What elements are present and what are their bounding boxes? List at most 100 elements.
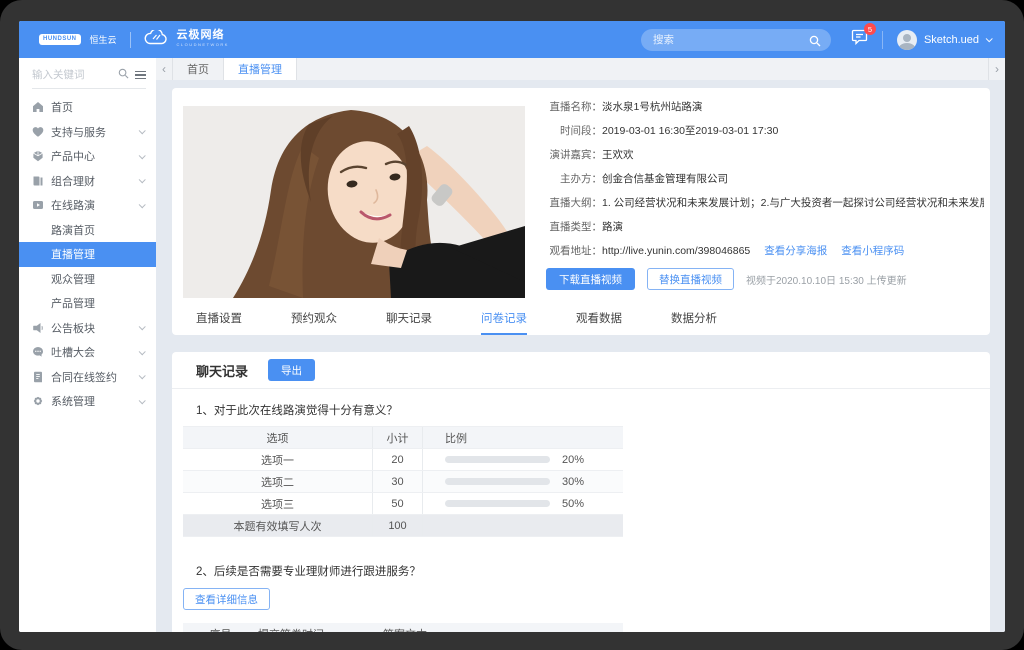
chevron-down-icon bbox=[138, 397, 146, 405]
field-organizer: 主办方： 创金合信基金管理有限公司 bbox=[560, 173, 728, 185]
sidebar: 首页 支持与服务 产品中心 组合理财 在线路演 路演首 bbox=[19, 58, 156, 632]
survey-table-1: 选项 小计 比例 选项一 20 20% 选项二 30 30% 选项三 50 50… bbox=[183, 426, 623, 537]
stream-info-card: 直播名称： 淡水泉1号杭州站路演 时间段： 2019-03-01 16:30至2… bbox=[172, 88, 990, 335]
chevron-down-icon bbox=[138, 323, 146, 331]
question-1: 1、对于此次在线路演觉得十分有意义？ bbox=[196, 405, 398, 417]
replace-video-button[interactable]: 替换直播视频 bbox=[647, 268, 734, 290]
section-title: 聊天记录 bbox=[196, 363, 249, 379]
tab-view-data[interactable]: 观看数据 bbox=[576, 302, 622, 335]
chevron-down-icon bbox=[138, 176, 146, 184]
product-name: 云极网络 CLOUDNETWORK bbox=[176, 28, 229, 47]
stream-detail-tabs: 直播设置 预约观众 聊天记录 问卷记录 观看数据 数据分析 bbox=[172, 302, 990, 335]
app-window: HUNDSUN 恒生云 云极网络 CLOUDNETWORK 搜索 5 Sketc… bbox=[19, 21, 1005, 632]
heart-icon bbox=[32, 126, 44, 138]
survey-card-header: 聊天记录 导出 bbox=[172, 352, 990, 389]
user-menu[interactable]: Sketch.ued bbox=[896, 29, 993, 50]
notification-badge: 5 bbox=[863, 23, 876, 35]
table-row: 选项一 20 20% bbox=[183, 449, 623, 471]
speaker-photo bbox=[183, 106, 525, 298]
sidebar-item-roadshow[interactable]: 在线路演 bbox=[19, 193, 156, 218]
sidebar-item-roadshow-home[interactable]: 路演首页 bbox=[19, 218, 156, 243]
export-button[interactable]: 导出 bbox=[268, 359, 316, 381]
tab-live-management[interactable]: 直播管理 bbox=[224, 58, 297, 80]
table-row: 选项三 50 50% bbox=[183, 493, 623, 515]
video-update-note: 视频于2020.10.10日 15:30 上传更新 bbox=[746, 275, 907, 287]
content: 直播名称： 淡水泉1号杭州站路演 时间段： 2019-03-01 16:30至2… bbox=[156, 80, 1005, 632]
tab-data-analysis[interactable]: 数据分析 bbox=[671, 302, 717, 335]
search-icon[interactable] bbox=[118, 66, 129, 84]
chevron-down-icon bbox=[138, 127, 146, 135]
sidebar-item-home[interactable]: 首页 bbox=[19, 95, 156, 120]
view-miniprogram-code-link[interactable]: 查看小程序码 bbox=[841, 244, 904, 259]
chevron-down-icon bbox=[138, 348, 146, 356]
view-share-poster-link[interactable]: 查看分享海报 bbox=[764, 244, 827, 259]
table-header-row: 选项 小计 比例 bbox=[183, 427, 623, 449]
field-guest: 演讲嘉宾： 王欢欢 bbox=[549, 149, 634, 161]
download-video-button[interactable]: 下载直播视频 bbox=[546, 268, 635, 290]
message-icon[interactable]: 5 bbox=[851, 23, 876, 50]
field-stream-name: 直播名称： 淡水泉1号杭州站路演 bbox=[549, 101, 703, 113]
chevron-down-icon bbox=[138, 152, 146, 160]
global-search bbox=[640, 28, 831, 52]
gear-icon bbox=[32, 395, 44, 407]
logo-divider bbox=[129, 31, 131, 48]
tab-live-settings[interactable]: 直播设置 bbox=[196, 302, 242, 335]
search-icon[interactable] bbox=[809, 34, 821, 52]
tab-home[interactable]: 首页 bbox=[173, 58, 224, 80]
sidebar-item-product-management[interactable]: 产品管理 bbox=[19, 291, 156, 316]
home-icon bbox=[32, 101, 44, 113]
chevron-down-icon bbox=[985, 35, 993, 43]
survey-card: 聊天记录 导出 1、对于此次在线路演觉得十分有意义？ 选项 小计 比例 选项一 … bbox=[172, 352, 990, 632]
cloud-icon bbox=[144, 27, 168, 50]
avatar bbox=[896, 29, 917, 50]
tab-survey-records[interactable]: 问卷记录 bbox=[481, 302, 527, 335]
chat-icon bbox=[32, 346, 44, 358]
field-watch-url: 观看地址： http://live.yunin.com/398046865 查看… bbox=[549, 244, 905, 259]
logo-brand-text: 恒生云 bbox=[89, 35, 117, 45]
sidebar-search-input[interactable] bbox=[32, 69, 112, 81]
field-time-range: 时间段： 2019-03-01 16:30至2019-03-01 17:30 bbox=[560, 125, 779, 137]
sidebar-item-feedback[interactable]: 吐槽大会 bbox=[19, 340, 156, 365]
table-footer-row: 本题有效填写人次 100 bbox=[183, 515, 623, 537]
top-header-bar: HUNDSUN 恒生云 云极网络 CLOUDNETWORK 搜索 5 Sketc… bbox=[19, 21, 1005, 58]
sidebar-item-products[interactable]: 产品中心 bbox=[19, 144, 156, 169]
megaphone-icon bbox=[32, 322, 44, 334]
sidebar-item-contract-signing[interactable]: 合同在线签约 bbox=[19, 365, 156, 390]
video-icon bbox=[32, 199, 44, 211]
survey-table-2: 序号 提交答卷时间 答案文本 bbox=[183, 623, 623, 632]
progress-bar bbox=[445, 500, 550, 507]
sidebar-item-system[interactable]: 系统管理 bbox=[19, 389, 156, 414]
global-search-input[interactable] bbox=[640, 28, 831, 51]
contract-icon bbox=[32, 371, 44, 383]
question-2: 2、后续是否需要专业理财师进行跟进服务？ bbox=[196, 566, 421, 578]
tab-chat-history[interactable]: 聊天记录 bbox=[386, 302, 432, 335]
stream-details: 直播名称： 淡水泉1号杭州站路演 时间段： 2019-03-01 16:30至2… bbox=[538, 100, 984, 290]
sidebar-item-live-management[interactable]: 直播管理 bbox=[19, 242, 156, 267]
sidebar-search bbox=[32, 66, 146, 89]
sidebar-item-support[interactable]: 支持与服务 bbox=[19, 120, 156, 145]
field-outline: 直播大纲： 1. 公司经营状况和未来发展计划；2.与广大投资者一起探讨公司经营状… bbox=[549, 197, 985, 209]
menu-icon[interactable] bbox=[135, 70, 146, 80]
view-detail-button[interactable]: 查看详细信息 bbox=[183, 588, 270, 610]
progress-bar bbox=[445, 478, 550, 485]
tab-scroll-left-icon[interactable]: ‹ bbox=[156, 58, 173, 80]
table-header-row: 序号 提交答卷时间 答案文本 bbox=[183, 623, 623, 632]
main-area: ‹ 首页 直播管理 › 直播名称： 淡水泉1号杭州站路演 时间段： 2019-0… bbox=[156, 58, 1005, 632]
chevron-down-icon bbox=[138, 372, 146, 380]
logo: HUNDSUN 恒生云 云极网络 CLOUDNETWORK bbox=[39, 27, 229, 50]
topbar-divider bbox=[881, 30, 883, 49]
screenshot-frame: HUNDSUN 恒生云 云极网络 CLOUDNETWORK 搜索 5 Sketc… bbox=[0, 0, 1024, 650]
sidebar-item-audience-management[interactable]: 观众管理 bbox=[19, 267, 156, 292]
tab-scroll-right-icon[interactable]: › bbox=[988, 58, 1005, 80]
page-tab-bar: ‹ 首页 直播管理 › bbox=[156, 58, 1005, 80]
table-row: 选项二 30 30% bbox=[183, 471, 623, 493]
hundsun-logo-icon: HUNDSUN bbox=[39, 34, 81, 45]
tab-reserved-audience[interactable]: 预约观众 bbox=[291, 302, 337, 335]
sidebar-item-portfolio[interactable]: 组合理财 bbox=[19, 169, 156, 194]
portfolio-icon bbox=[32, 175, 44, 187]
chevron-down-icon bbox=[138, 201, 146, 209]
field-stream-type: 直播类型： 路演 bbox=[549, 221, 624, 233]
sidebar-item-announcements[interactable]: 公告板块 bbox=[19, 316, 156, 341]
user-name: Sketch.ued bbox=[923, 33, 979, 46]
progress-bar bbox=[445, 456, 550, 463]
